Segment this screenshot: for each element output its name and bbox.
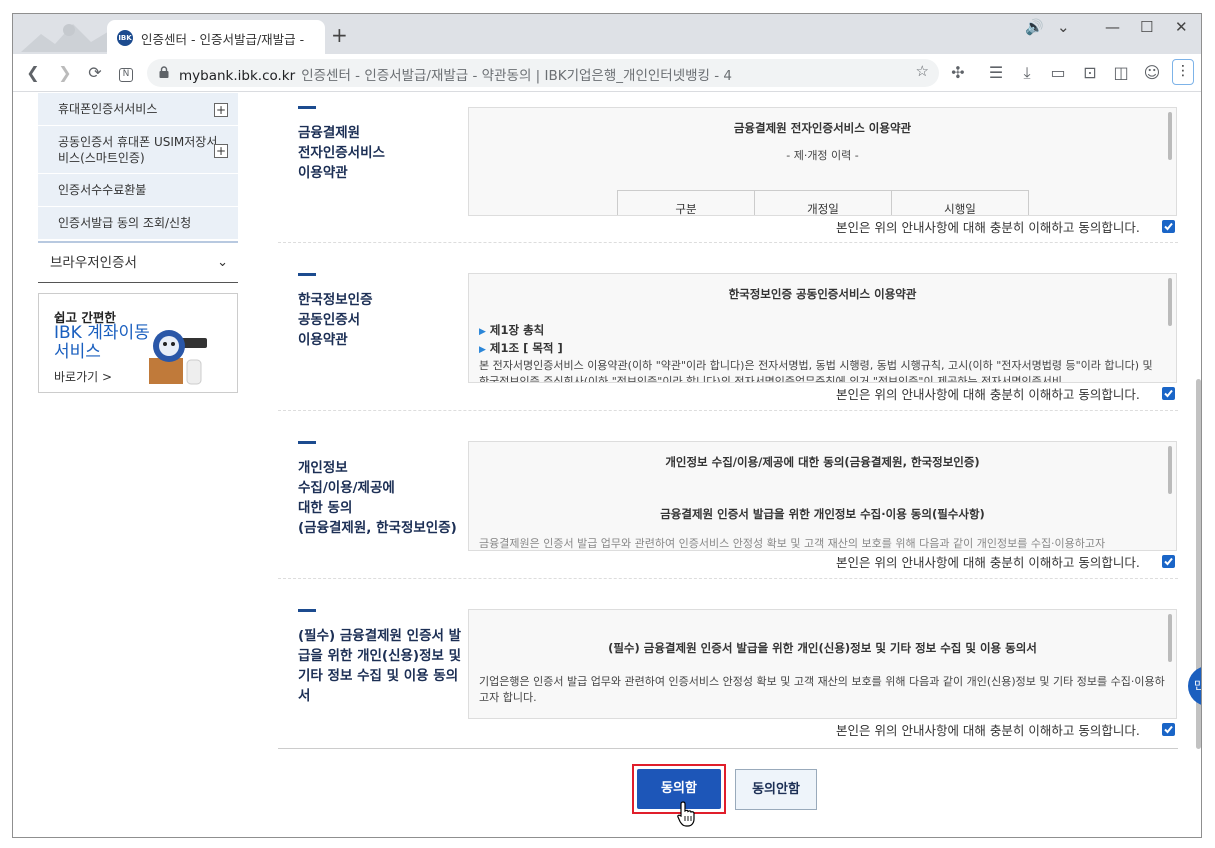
box-title: 개인정보 수집/이용/제공에 대한 동의(금융결제원, 한국정보인증) <box>665 455 980 469</box>
section-accent-bar <box>298 609 316 612</box>
sidebar-item-label: 휴대폰인증서서비스 <box>58 102 158 116</box>
download-icon[interactable]: ⤓ <box>1017 63 1037 83</box>
sidebar-item-label: 인증서발급 동의 조회/신청 <box>58 216 192 230</box>
sidebar-item-browser-cert[interactable]: 브라우저인증서 ⌄ <box>38 241 238 283</box>
bookmark-star-icon[interactable]: ☆ <box>916 62 929 80</box>
speaker-icon[interactable]: 🔊 <box>1025 18 1044 36</box>
terms-box-2[interactable]: 한국정보인증 공동인증서비스 이용약관 ▶ 제1장 총칙 ▶ 제1조 [ 목적 ] … <box>468 273 1177 383</box>
disagree-button[interactable]: 동의안함 <box>735 769 817 810</box>
browser-window: IBK 인증센터 - 인증서발급/재발급 - + 🔊 ⌄ — ☐ ✕ ❮ ❯ ⟳… <box>12 13 1202 838</box>
reload-icon[interactable]: ⟳ <box>85 63 105 83</box>
box-title: (필수) 금융결제원 인증서 발급을 위한 개인(신용)정보 및 기타 정보 수… <box>608 641 1037 655</box>
section-divider <box>278 748 1178 749</box>
lock-icon <box>159 66 169 78</box>
chevron-down-icon: ⌄ <box>217 255 228 270</box>
mascot-illustration-icon <box>149 330 207 385</box>
theme-decoration <box>21 24 111 52</box>
url-text: mybank.ibk.co.kr 인증센터 - 인증서발급/재발급 - 약관동의 … <box>179 64 732 84</box>
agree-text: 본인은 위의 안내사항에 대해 충분히 이해하고 동의합니다. <box>836 555 1140 570</box>
section-label: 개인정보 수집/이용/제공에 대한 동의 (금융결제원, 한국정보인증) <box>298 460 457 536</box>
section-accent-bar <box>298 441 316 444</box>
expand-plus-icon[interactable]: + <box>214 144 228 158</box>
ibk-favicon-icon: IBK <box>117 30 133 46</box>
new-tab-button[interactable]: + <box>331 25 348 45</box>
minimize-icon[interactable]: — <box>1105 18 1120 36</box>
agree-text: 본인은 위의 안내사항에 대해 충분히 이해하고 동의합니다. <box>836 723 1140 738</box>
page-viewport: 휴대폰인증서서비스 + 공동인증서 휴대폰 USIM저장서비스(스마트인증) +… <box>13 93 1201 837</box>
tab-title: 인증센터 - 인증서발급/재발급 - <box>141 32 305 47</box>
extensions-icon[interactable]: ✣ <box>948 63 968 83</box>
box-scrollbar[interactable] <box>1168 112 1172 160</box>
agree-text: 본인은 위의 안내사항에 대해 충분히 이해하고 동의합니다. <box>836 220 1140 235</box>
table-header-cell: 구분 <box>617 191 754 215</box>
tab-active[interactable]: IBK 인증센터 - 인증서발급/재발급 - <box>107 20 325 54</box>
chapter-heading: ▶ 제1장 총칙 <box>479 323 545 337</box>
sidebar-item-mobile-cert[interactable]: 휴대폰인증서서비스 + <box>38 93 238 126</box>
section-label: 금융결제원 전자인증서비스 이용약관 <box>298 125 385 181</box>
reading-list-icon[interactable]: ☰ <box>986 63 1006 83</box>
agree-checkbox[interactable] <box>1162 220 1175 233</box>
terms-body: 금융결제원은 인증서 발급 업무와 관련하여 인증서비스 안정성 확보 및 고객… <box>479 537 1106 550</box>
floating-side-tab[interactable]: 민 <box>1188 666 1201 706</box>
tab-bar: IBK 인증센터 - 인증서발급/재발급 - + 🔊 ⌄ — ☐ ✕ <box>13 14 1201 54</box>
section-accent-bar <box>298 106 316 109</box>
agree-text: 본인은 위의 안내사항에 대해 충분히 이해하고 동의합니다. <box>836 387 1140 402</box>
terms-section-4: (필수) 금융결제원 인증서 발 급을 위한 개인(신용)정보 및 기타 정보 … <box>278 579 1178 749</box>
box-title: 한국정보인증 공동인증서비스 이용약관 <box>728 287 917 301</box>
sidebar-item-label: 공동인증서 휴대폰 USIM저장서비스(스마트인증) <box>58 135 218 165</box>
forward-icon[interactable]: ❯ <box>55 63 75 83</box>
expand-plus-icon[interactable]: + <box>214 103 228 117</box>
section-accent-bar <box>298 273 316 276</box>
url-host: mybank.ibk.co.kr <box>179 68 296 84</box>
box-title: 금융결제원 전자인증서비스 이용약관 <box>733 121 912 135</box>
terms-section-3: 개인정보 수집/이용/제공에 대한 동의 (금융결제원, 한국정보인증) 개인정… <box>278 411 1178 579</box>
box-scrollbar[interactable] <box>1168 278 1172 326</box>
section-label: 한국정보인증 공동인증서 이용약관 <box>298 292 373 348</box>
agree-checkbox[interactable] <box>1162 723 1175 736</box>
maximize-icon[interactable]: ☐ <box>1140 18 1153 36</box>
terms-body: 본 전자서명인증서비스 이용약관(이하 "약관"이라 합니다)은 전자서명법, … <box>479 359 1153 383</box>
toolbar: ❮ ❯ ⟳ N mybank.ibk.co.kr 인증센터 - 인증서발급/재발급… <box>13 54 1201 92</box>
table-header-cell: 시행일 <box>891 191 1029 215</box>
cast-icon[interactable]: ▭ <box>1048 63 1068 83</box>
sidebar: 휴대폰인증서서비스 + 공동인증서 휴대폰 USIM저장서비스(스마트인증) +… <box>38 93 238 393</box>
sidebar-item-usim-cert[interactable]: 공동인증서 휴대폰 USIM저장서비스(스마트인증) + <box>38 126 238 174</box>
table-header-cell: 개정일 <box>754 191 891 215</box>
box-scrollbar[interactable] <box>1168 614 1172 662</box>
reader-icon[interactable]: N <box>116 63 136 83</box>
back-icon[interactable]: ❮ <box>23 63 43 83</box>
terms-box-3[interactable]: 개인정보 수집/이용/제공에 대한 동의(금융결제원, 한국정보인증) 금융결제… <box>468 441 1177 551</box>
hand-cursor-icon <box>677 801 695 827</box>
screenshot-icon[interactable]: ⊡ <box>1080 63 1100 83</box>
sidebar-item-label: 인증서수수료환불 <box>58 183 147 197</box>
triangle-bullet-icon: ▶ <box>479 327 486 337</box>
box-subtitle: 금융결제원 인증서 발급을 위한 개인정보 수집·이용 동의(필수사항) <box>660 507 985 521</box>
account-transfer-banner[interactable]: 쉽고 간편한 IBK 계좌이동 서비스 바로가기 > <box>38 293 238 393</box>
url-page-title: 인증센터 - 인증서발급/재발급 - 약관동의 | IBK기업은행_개인인터넷뱅… <box>301 68 733 84</box>
agree-checkbox[interactable] <box>1162 555 1175 568</box>
address-bar[interactable]: mybank.ibk.co.kr 인증센터 - 인증서발급/재발급 - 약관동의 … <box>147 59 939 87</box>
profile-icon[interactable]: ☺ <box>1142 63 1162 83</box>
box-scrollbar[interactable] <box>1168 446 1172 494</box>
sidebar-item-consent-inquiry[interactable]: 인증서발급 동의 조회/신청 <box>38 207 238 240</box>
article-heading: ▶ 제1조 [ 목적 ] <box>479 341 563 355</box>
box-subtitle: - 제·개정 이력 - <box>786 149 859 162</box>
triangle-bullet-icon: ▶ <box>479 345 486 355</box>
section-label: (필수) 금융결제원 인증서 발 급을 위한 개인(신용)정보 및 기타 정보 … <box>298 628 462 704</box>
sidebar-item-label: 브라우저인증서 <box>50 255 137 271</box>
close-icon[interactable]: ✕ <box>1175 18 1188 36</box>
terms-body: 기업은행은 인증서 발급 업무와 관련하여 인증서비스 안정성 확보 및 고객 … <box>479 675 1165 704</box>
revision-table-header: 구분 개정일 시행일 <box>617 190 1029 215</box>
terms-box-1[interactable]: 금융결제원 전자인증서비스 이용약관 - 제·개정 이력 - 구분 개정일 시행… <box>468 107 1177 216</box>
terms-section-2: 한국정보인증 공동인증서 이용약관 한국정보인증 공동인증서비스 이용약관 ▶ 제… <box>278 243 1178 411</box>
tab-search-chevron-icon[interactable]: ⌄ <box>1057 18 1070 36</box>
terms-box-4[interactable]: (필수) 금융결제원 인증서 발급을 위한 개인(신용)정보 및 기타 정보 수… <box>468 609 1177 719</box>
menu-icon[interactable]: ⋮ <box>1172 59 1194 85</box>
banner-link[interactable]: 바로가기 > <box>54 368 112 385</box>
terms-section-1: 금융결제원 전자인증서비스 이용약관 금융결제원 전자인증서비스 이용약관 - … <box>278 93 1178 243</box>
sidebar-item-fee-refund[interactable]: 인증서수수료환불 <box>38 174 238 207</box>
sidebar-icon[interactable]: ◫ <box>1111 63 1131 83</box>
agree-checkbox[interactable] <box>1162 387 1175 400</box>
